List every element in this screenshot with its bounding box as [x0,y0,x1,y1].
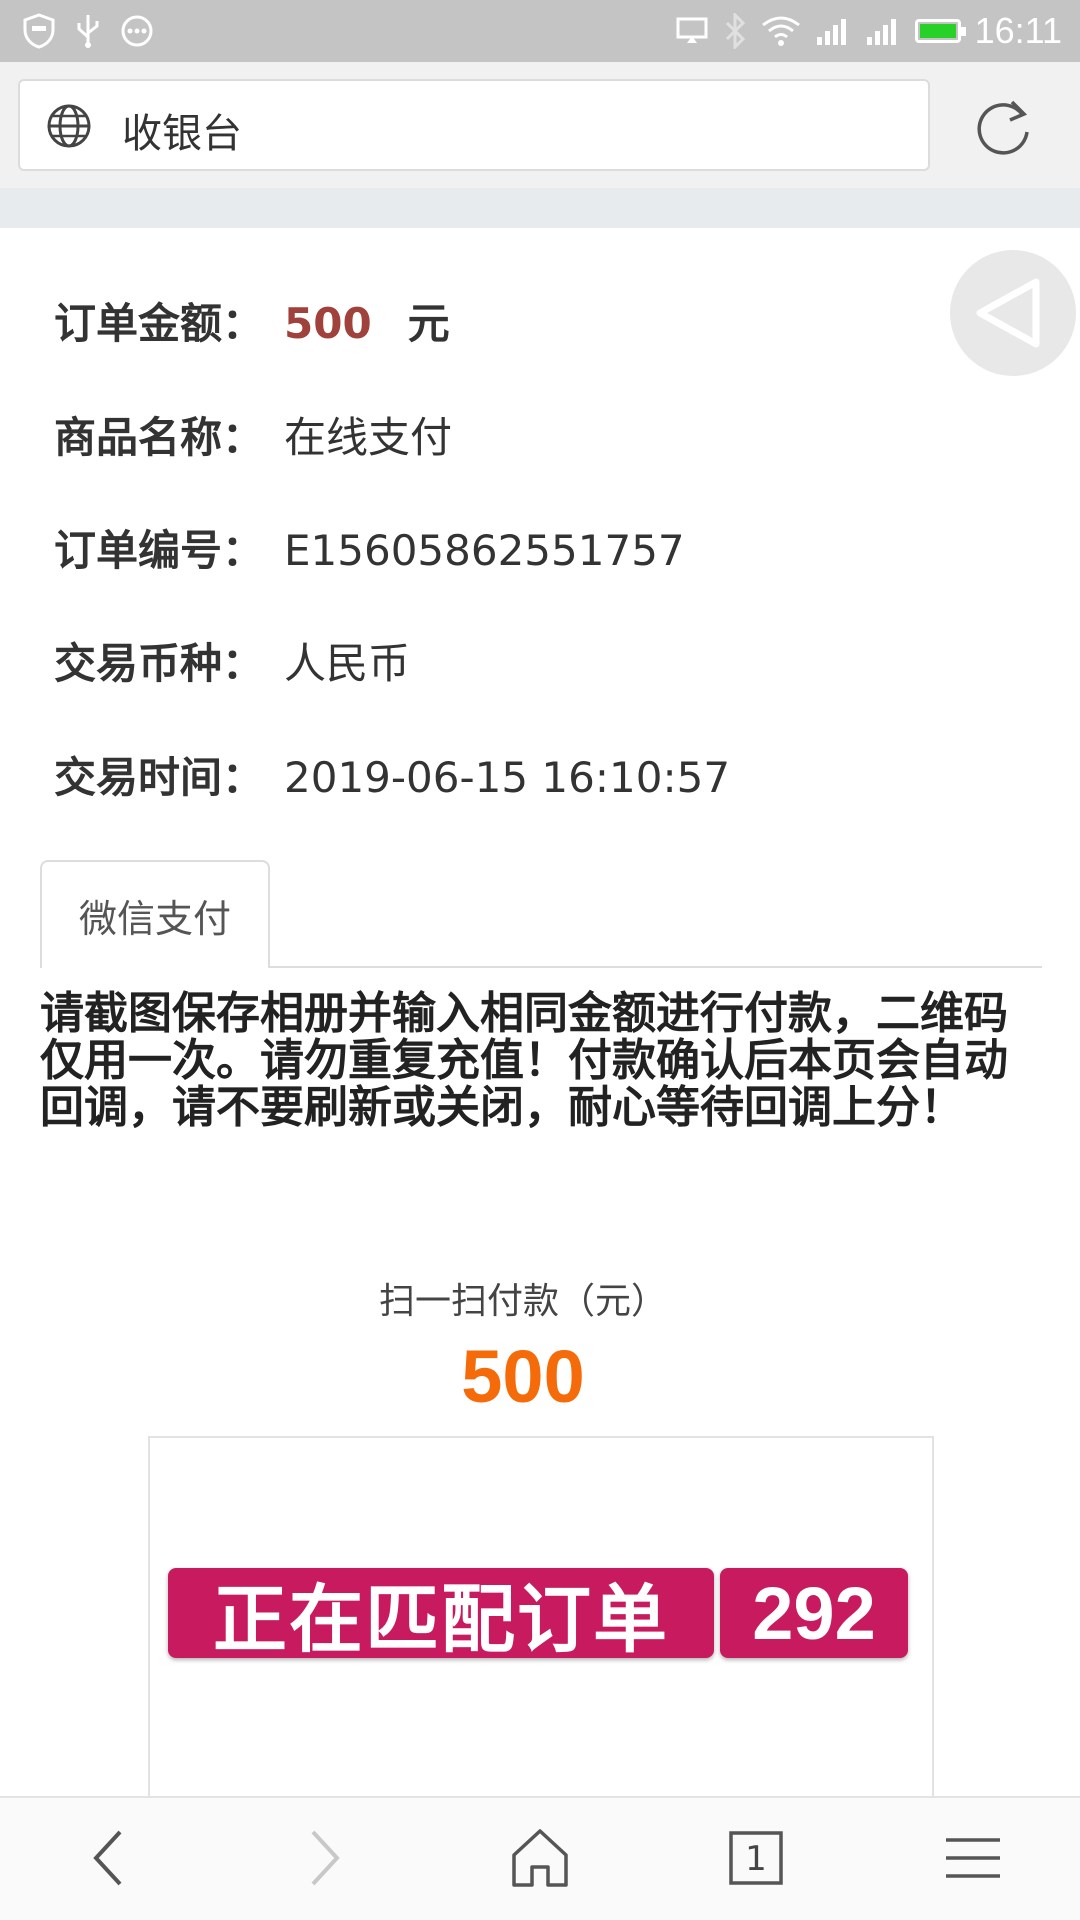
transaction-time-value: 2019-06-15 16:10:57 [284,753,731,802]
order-amount-row: 订单金额： 500 元 [54,290,450,351]
floating-back-button[interactable] [950,250,1076,376]
product-name-label: 商品名称： [54,413,265,462]
status-bar: 16:11 [0,0,1080,62]
cast-icon [676,17,708,43]
tab-divider [270,966,1042,968]
menu-button[interactable] [933,1818,1013,1898]
tabs-button[interactable]: 1 [716,1818,796,1898]
bottom-toolbar: 1 [0,1796,1080,1920]
usb-icon [77,15,99,48]
order-amount-value: 500 [284,299,372,348]
more-icon [121,15,153,47]
home-button[interactable] [500,1818,580,1898]
shield-icon [23,13,55,49]
signal-icon [866,19,896,45]
url-field[interactable]: 收银台 [18,79,930,171]
transaction-time-row: 交易时间： 2019-06-15 16:10:57 [54,744,730,805]
transaction-time-label: 交易时间： [54,753,265,802]
menu-icon [946,1838,1000,1878]
tabs-count: 1 [745,1839,767,1879]
page-top-divider [0,188,1080,228]
forward-button[interactable] [285,1818,365,1898]
currency-row: 交易币种： 人民币 [54,630,410,691]
battery-icon [914,19,966,43]
order-amount-label: 订单金额： [54,299,265,348]
back-icon [93,1830,122,1886]
tabs-icon: 1 [729,1831,783,1885]
forward-icon [311,1830,340,1886]
status-time: 16:11 [974,10,1062,51]
currency-value: 人民币 [284,639,411,688]
tab-wechat-pay[interactable]: 微信支付 [40,860,270,968]
product-name-value: 在线支付 [284,413,453,462]
triangle-left-icon [976,278,1040,348]
address-bar: 收银台 [0,62,1080,190]
countdown-badge: 292 [720,1568,908,1658]
home-icon [512,1829,568,1887]
bluetooth-icon [725,13,745,49]
product-name-row: 商品名称： 在线支付 [54,404,452,465]
scan-amount: 500 [461,1335,585,1418]
order-number-row: 订单编号： E15605862551757 [54,517,685,578]
payment-notice: 请截图保存相册并输入相同金额进行付款，二维码仅用一次。请勿重复充值！付款确认后本… [40,988,1008,1133]
signal-icon [816,19,846,45]
wifi-icon [761,16,800,46]
back-button[interactable] [68,1818,148,1898]
order-number-value: E15605862551757 [284,526,685,575]
order-amount-unit: 元 [407,299,450,348]
scan-to-pay-label: 扫一扫付款（元） [378,1281,667,1322]
order-number-label: 订单编号： [54,526,265,575]
page-title: 收银台 [122,111,242,157]
currency-label: 交易币种： [54,639,265,688]
matching-order-banner: 正在匹配订单 [168,1568,714,1663]
globe-icon [47,104,91,148]
tab-label: 微信支付 [78,896,231,941]
reload-icon[interactable] [974,96,1034,156]
